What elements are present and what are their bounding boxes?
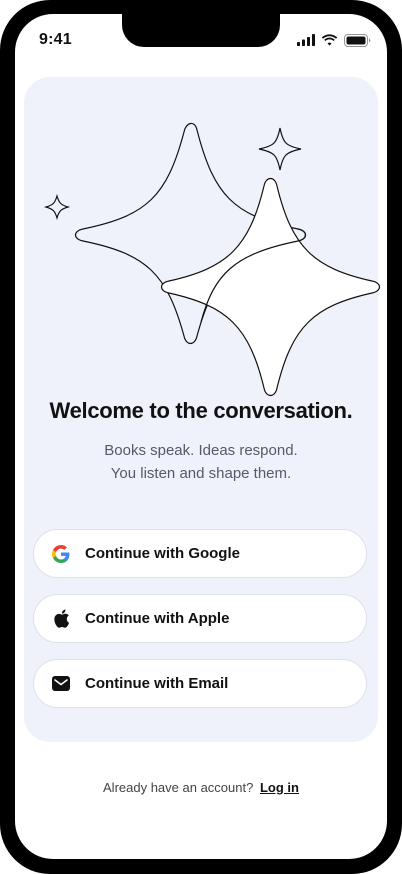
- status-time: 9:41: [39, 31, 72, 48]
- status-icons: [297, 33, 371, 47]
- sparkles-illustration: [43, 122, 381, 397]
- welcome-subtitle: Books speak. Ideas respond. You listen a…: [15, 439, 387, 485]
- wifi-icon: [321, 34, 338, 46]
- cellular-signal-icon: [297, 34, 315, 46]
- continue-with-email-button[interactable]: Continue with Email: [33, 659, 367, 708]
- battery-icon: [344, 33, 371, 47]
- small-sparkle-right: [258, 127, 302, 171]
- apple-button-label: Continue with Apple: [85, 610, 230, 627]
- app-screen: 9:41 Welcome to the conversation. Books …: [15, 14, 387, 859]
- small-sparkle-left: [43, 193, 71, 221]
- apple-icon: [51, 609, 71, 629]
- subtitle-line-2: You listen and shape them.: [110, 465, 292, 482]
- subtitle-line-1: Books speak. Ideas respond.: [104, 442, 298, 459]
- continue-with-google-button[interactable]: Continue with Google: [33, 529, 367, 578]
- device-notch: [122, 14, 280, 47]
- login-link[interactable]: Log in: [260, 780, 299, 795]
- email-icon: [51, 674, 71, 694]
- google-icon: [51, 544, 71, 564]
- email-button-label: Continue with Email: [85, 675, 229, 692]
- login-prompt-text: Already have an account?: [103, 780, 254, 795]
- login-prompt: Already have an account? Log in: [15, 780, 387, 795]
- welcome-title: Welcome to the conversation.: [49, 398, 353, 423]
- large-sparkle-front: [160, 177, 381, 397]
- google-button-label: Continue with Google: [85, 545, 240, 562]
- phone-frame: 9:41 Welcome to the conversation. Books …: [0, 0, 402, 874]
- continue-with-apple-button[interactable]: Continue with Apple: [33, 594, 367, 643]
